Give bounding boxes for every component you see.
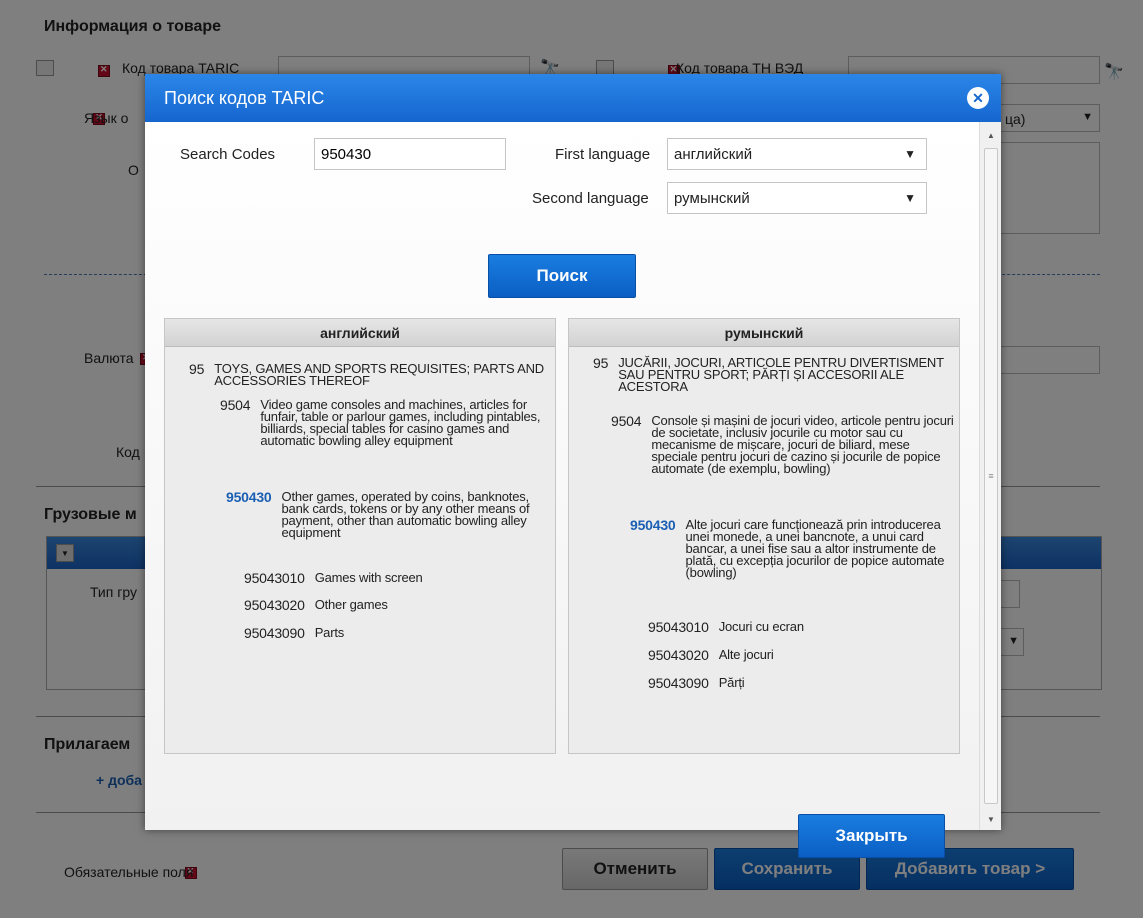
- result-code: 9504: [220, 397, 251, 413]
- scrollbar-thumb[interactable]: ≡: [984, 148, 998, 804]
- result-entry: 9504 Video game consoles and machines, a…: [220, 397, 548, 448]
- result-entry-highlighted[interactable]: 950430 Alte jocuri care funcționează pri…: [630, 517, 950, 580]
- result-text: Alte jocuri: [718, 647, 774, 662]
- result-entry[interactable]: 95043090 Părți: [648, 675, 948, 691]
- result-text: Other games, operated by coins, banknote…: [281, 489, 530, 540]
- result-text: Parts: [314, 625, 345, 640]
- result-text: Părți: [718, 675, 745, 690]
- result-entry[interactable]: 95043020 Other games: [244, 597, 544, 613]
- results-panel-romanian: румынский 95 JUCĂRII, JOCURI, ARTICOLE P…: [568, 318, 960, 754]
- result-text: Alte jocuri care funcționează prin intro…: [685, 517, 945, 580]
- results-panel-english: английский 95 TOYS, GAMES AND SPORTS REQ…: [164, 318, 556, 754]
- close-icon[interactable]: ✕: [967, 87, 989, 109]
- scroll-up-icon[interactable]: ▲: [980, 126, 1002, 144]
- scroll-down-icon[interactable]: ▼: [980, 810, 1002, 828]
- result-entry: 95 TOYS, GAMES AND SPORTS REQUISITES; PA…: [189, 361, 549, 388]
- result-text: Video game consoles and machines, articl…: [260, 397, 541, 448]
- dialog-scrollbar[interactable]: ▲ ≡ ▼: [979, 122, 1001, 830]
- caret-down-icon: ▼: [904, 147, 916, 161]
- result-code: 95043020: [244, 597, 305, 613]
- result-text: TOYS, GAMES AND SPORTS REQUISITES; PARTS…: [214, 361, 544, 388]
- results-header-romanian: румынский: [569, 319, 959, 347]
- dialog-header: Поиск кодов TARIC ✕: [145, 74, 1001, 122]
- search-button[interactable]: Поиск: [488, 254, 636, 298]
- second-language-select[interactable]: румынский ▼: [667, 182, 927, 214]
- result-entry[interactable]: 95043020 Alte jocuri: [648, 647, 948, 663]
- result-entry[interactable]: 95043010 Jocuri cu ecran: [648, 619, 948, 635]
- first-language-label: First language: [555, 146, 651, 163]
- result-text: Jocuri cu ecran: [718, 619, 804, 634]
- close-button[interactable]: Закрыть: [798, 814, 945, 858]
- result-text: JUCĂRII, JOCURI, ARTICOLE PENTRU DIVERTI…: [618, 355, 944, 394]
- caret-down-icon: ▼: [904, 191, 916, 205]
- first-language-value: английский: [674, 145, 753, 163]
- dialog-body: Search Codes First language английский ▼…: [145, 122, 979, 858]
- result-entry[interactable]: 95043010 Games with screen: [244, 570, 544, 586]
- result-code: 95: [593, 355, 609, 371]
- first-language-select[interactable]: английский ▼: [667, 138, 927, 170]
- result-code: 95043090: [244, 625, 305, 641]
- result-entry-highlighted[interactable]: 950430 Other games, operated by coins, b…: [226, 489, 548, 540]
- result-entry[interactable]: 95043090 Parts: [244, 625, 544, 641]
- result-code: 950430: [226, 489, 272, 505]
- result-code: 95: [189, 361, 205, 377]
- result-code: 95043090: [648, 675, 709, 691]
- second-language-value: румынский: [674, 189, 750, 207]
- result-code: 95043010: [244, 570, 305, 586]
- results-header-english: английский: [165, 319, 555, 347]
- search-codes-input[interactable]: [314, 138, 506, 170]
- dialog-title: Поиск кодов TARIC: [164, 87, 325, 108]
- result-code: 9504: [611, 413, 642, 429]
- second-language-label: Second language: [532, 190, 649, 207]
- result-code: 95043010: [648, 619, 709, 635]
- result-code: 950430: [630, 517, 676, 533]
- result-code: 95043020: [648, 647, 709, 663]
- result-entry: 95 JUCĂRII, JOCURI, ARTICOLE PENTRU DIVE…: [593, 355, 948, 394]
- search-codes-label: Search Codes: [180, 146, 276, 163]
- result-text: Other games: [314, 597, 388, 612]
- result-text: Games with screen: [314, 570, 423, 585]
- result-entry: 9504 Console și mașini de jocuri video, …: [611, 413, 956, 476]
- result-text: Console și mașini de jocuri video, artic…: [651, 413, 954, 476]
- taric-search-dialog: Поиск кодов TARIC ✕ Search Codes First l…: [145, 74, 1001, 858]
